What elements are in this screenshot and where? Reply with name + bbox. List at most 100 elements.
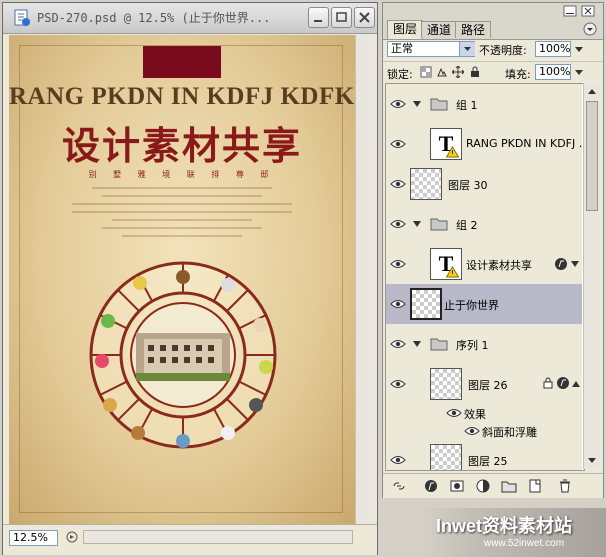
layers-bottom-toolbar — [383, 473, 603, 498]
palette-drag-bar[interactable] — [383, 3, 603, 19]
scroll-up-icon[interactable] — [585, 85, 599, 97]
layer-row-chinese-text[interactable]: T 设计素材共享 — [386, 244, 582, 285]
lock-toolbar: 锁定: 填充: 100% — [383, 61, 603, 82]
layer-row-layer26[interactable]: 图层 26 — [386, 364, 582, 405]
layer-name: 图层 26 — [468, 379, 508, 392]
eye-icon[interactable] — [390, 454, 406, 466]
layer-row-selected[interactable]: 止于你世界 — [386, 284, 582, 325]
effects-row[interactable]: 效果 — [386, 404, 582, 423]
poster-text-line — [122, 235, 242, 237]
layer-effects-icon[interactable] — [554, 257, 568, 271]
bevel-emboss-label: 斜面和浮雕 — [482, 426, 537, 439]
expand-arrow-icon[interactable] — [412, 340, 422, 348]
document-window: PSD-270.psd @ 12.5% (止于你世界... RANG PKDN … — [2, 2, 378, 555]
poster-red-block — [143, 46, 221, 78]
canvas-horizontal-scrollbar[interactable] — [83, 530, 353, 544]
expand-arrow-icon[interactable] — [412, 100, 422, 108]
add-mask-icon[interactable] — [449, 478, 465, 494]
opacity-label: 不透明度: — [479, 44, 527, 57]
layers-vertical-scrollbar[interactable] — [583, 83, 600, 469]
zoom-field[interactable]: 12.5% — [9, 530, 58, 546]
eye-icon[interactable] — [446, 407, 462, 419]
status-menu-icon[interactable] — [65, 530, 79, 544]
tab-paths[interactable]: 路径 — [455, 21, 492, 38]
new-group-icon[interactable] — [501, 478, 517, 494]
palette-close-icon[interactable] — [581, 5, 595, 17]
lock-position-icon[interactable] — [451, 65, 465, 79]
folder-icon — [430, 338, 448, 351]
layer-thumbnail — [430, 368, 462, 400]
delete-layer-icon[interactable] — [557, 478, 573, 494]
eye-icon[interactable] — [390, 218, 406, 230]
poster-text-line — [102, 227, 262, 229]
eye-icon[interactable] — [390, 178, 406, 190]
eye-icon[interactable] — [390, 258, 406, 270]
eye-icon[interactable] — [390, 338, 406, 350]
blend-mode-dropdown[interactable] — [459, 42, 475, 56]
layer-row-sequence1[interactable]: 序列 1 — [386, 324, 582, 365]
link-layers-icon[interactable] — [391, 478, 407, 494]
fill-field[interactable]: 100% — [535, 64, 571, 80]
document-status-bar: 12.5% — [3, 524, 377, 555]
fill-label: 填充: — [505, 68, 531, 81]
poster-text-line — [92, 187, 272, 189]
poster-artwork: RANG PKDN IN KDFJ KDFKD 设计素材共享 别 墅 雅 境 联… — [9, 35, 355, 525]
poster-clock-wheel — [89, 261, 277, 449]
add-style-icon[interactable] — [423, 478, 439, 494]
eye-icon[interactable] — [390, 298, 406, 310]
scroll-thumb[interactable] — [586, 101, 598, 211]
eye-icon[interactable] — [390, 378, 406, 390]
layers-list: 组 1 T RANG PKDN IN KDFJ ... 图层 30 组 2 T … — [385, 83, 585, 471]
layer-row-group1[interactable]: 组 1 — [386, 84, 582, 125]
expand-arrow-icon[interactable] — [412, 220, 422, 228]
eye-icon[interactable] — [390, 138, 406, 150]
expand-effects-icon[interactable] — [571, 261, 579, 267]
poster-text-line — [72, 203, 292, 205]
collapse-effects-icon[interactable] — [572, 381, 580, 387]
eye-icon[interactable] — [390, 98, 406, 110]
tab-layers[interactable]: 图层 — [387, 20, 424, 39]
lock-icon — [543, 377, 553, 389]
lock-all-icon[interactable] — [469, 66, 481, 78]
layer-name: 图层 25 — [468, 455, 508, 468]
lock-transparent-icon[interactable] — [420, 66, 432, 78]
minimize-icon — [314, 20, 322, 22]
photoshop-document-icon — [13, 9, 31, 27]
lock-label: 锁定: — [387, 68, 413, 81]
poster-english-title: RANG PKDN IN KDFJ KDFKD — [9, 83, 355, 110]
layer-name: 止于你世界 — [444, 299, 499, 312]
adjustment-layer-icon[interactable] — [475, 478, 491, 494]
layer-row-layer25[interactable]: 图层 25 — [386, 440, 582, 470]
opacity-slider-icon[interactable] — [573, 42, 585, 56]
lock-image-icon[interactable] — [436, 66, 448, 78]
maximize-button[interactable] — [331, 7, 352, 28]
tab-channels[interactable]: 通道 — [421, 21, 458, 38]
opacity-field[interactable]: 100% — [535, 41, 571, 57]
layer-effects-icon[interactable] — [556, 376, 570, 390]
bevel-emboss-row[interactable]: 斜面和浮雕 — [386, 422, 582, 441]
canvas[interactable]: RANG PKDN IN KDFJ KDFKD 设计素材共享 别 墅 雅 境 联… — [9, 35, 355, 525]
layer-name: 图层 30 — [448, 179, 488, 192]
poster-chinese-title: 设计素材共享 — [61, 123, 302, 168]
fill-slider-icon[interactable] — [573, 65, 585, 79]
layer-thumbnail — [430, 444, 462, 470]
effects-label: 效果 — [464, 408, 486, 421]
eye-icon[interactable] — [464, 425, 480, 437]
scroll-down-icon[interactable] — [585, 455, 599, 467]
watermark-brand: Inwet资料素材站 — [436, 516, 573, 536]
document-title: PSD-270.psd @ 12.5% (止于你世界... — [37, 11, 271, 25]
new-layer-icon[interactable] — [527, 478, 543, 494]
layer-row-english-text[interactable]: T RANG PKDN IN KDFJ ... — [386, 124, 584, 165]
watermark-url: www.52inwet.com — [484, 538, 565, 549]
layer-name: 组 2 — [456, 219, 478, 232]
document-title-bar[interactable]: PSD-270.psd @ 12.5% (止于你世界... — [3, 3, 377, 34]
canvas-vertical-scrollbar[interactable] — [355, 35, 374, 525]
minimize-button[interactable] — [308, 7, 329, 28]
close-button[interactable] — [354, 7, 375, 28]
layer-row-group2[interactable]: 组 2 — [386, 204, 582, 245]
palette-minimize-icon[interactable] — [563, 5, 577, 17]
maximize-icon — [336, 12, 347, 22]
palette-menu-icon[interactable] — [583, 22, 597, 36]
layer-row-layer30[interactable]: 图层 30 — [386, 164, 582, 205]
layer-name: 设计素材共享 — [466, 259, 532, 272]
